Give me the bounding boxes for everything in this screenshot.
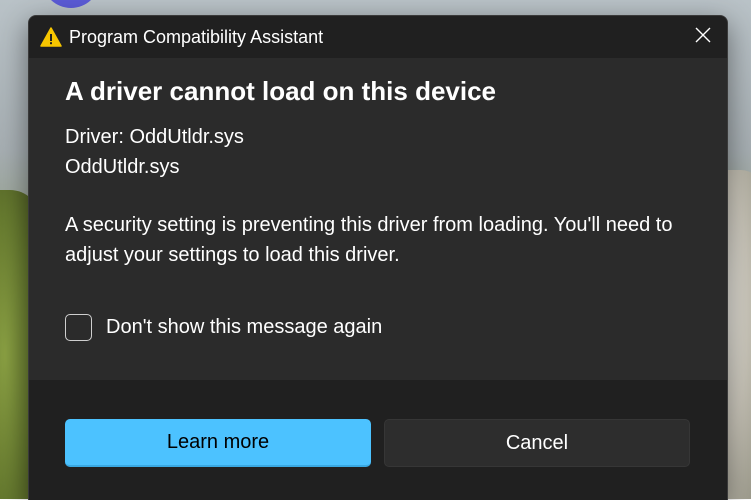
desktop-icon-partial: [42, 0, 100, 8]
warning-icon: [40, 27, 62, 47]
dialog-message: A security setting is preventing this dr…: [65, 214, 673, 266]
close-icon: [695, 27, 711, 48]
dont-show-again-label[interactable]: Don't show this message again: [106, 316, 382, 339]
driver-label: Driver: OddUtldr.sys: [65, 126, 244, 148]
learn-more-button[interactable]: Learn more: [65, 419, 371, 467]
dialog-heading: A driver cannot load on this device: [65, 76, 497, 106]
close-button[interactable]: [679, 16, 727, 58]
compatibility-dialog: Program Compatibility Assistant A driver…: [28, 15, 728, 500]
dialog-content: A driver cannot load on this device Driv…: [29, 58, 727, 380]
cancel-button[interactable]: Cancel: [384, 419, 690, 467]
title-bar: Program Compatibility Assistant: [29, 16, 727, 58]
dialog-footer: Learn more Cancel: [29, 380, 727, 500]
driver-file: OddUtldr.sys: [65, 156, 180, 178]
dont-show-again-row[interactable]: Don't show this message again: [65, 312, 382, 342]
window-title: Program Compatibility Assistant: [69, 27, 324, 47]
dont-show-again-checkbox[interactable]: [65, 313, 92, 341]
